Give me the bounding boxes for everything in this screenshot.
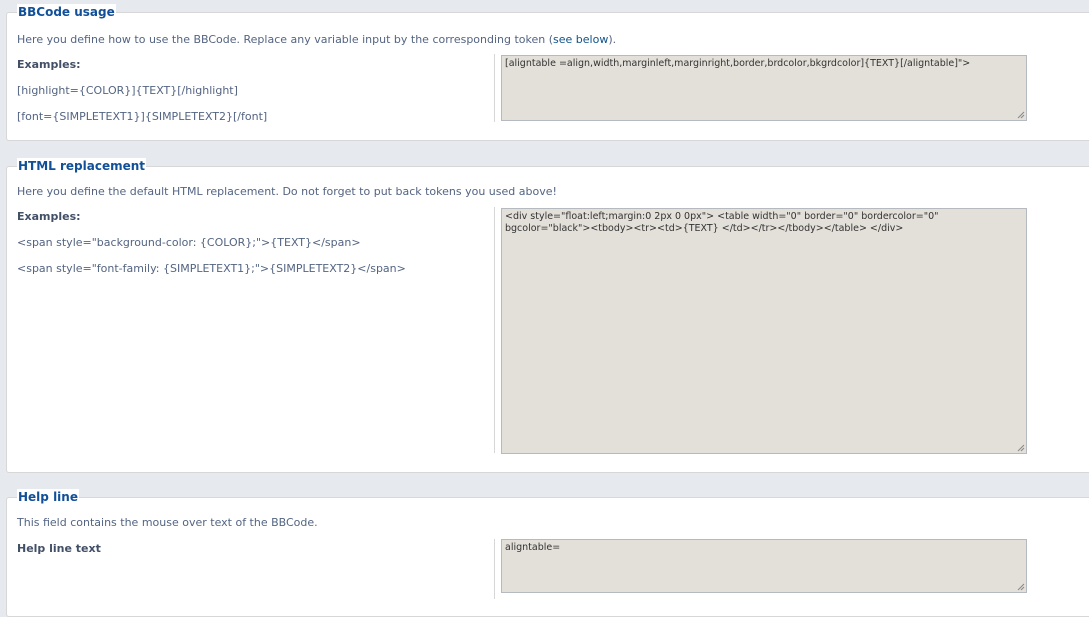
html-replacement-textarea[interactable]: <div style="float:left;margin:0 2px 0 0p… [501, 208, 1027, 454]
html-replacement-example-1: <span style="background-color: {COLOR};"… [17, 236, 361, 249]
bbcode-usage-textarea-value: [aligntable =align,width,marginleft,marg… [505, 58, 971, 69]
bbcode-usage-example-2: [font={SIMPLETEXT1}]{SIMPLETEXT2}[/font] [17, 110, 268, 123]
help-line-panel: Help line This field contains the mouse … [6, 489, 1089, 617]
bbcode-usage-desc-suffix: ). [608, 33, 617, 46]
bbcode-usage-desc-prefix: Here you define how to use the BBCode. R… [17, 33, 554, 46]
resize-grip-icon[interactable] [1016, 443, 1025, 452]
bbcode-usage-legend: BBCode usage [17, 4, 116, 20]
html-replacement-legend: HTML replacement [17, 158, 147, 174]
bbcode-usage-description: Here you define how to use the BBCode. R… [17, 33, 616, 46]
html-replacement-divider [494, 207, 495, 453]
help-line-text-label: Help line text [17, 542, 101, 555]
resize-grip-icon[interactable] [1016, 110, 1025, 119]
see-below-link[interactable]: see below [553, 33, 608, 46]
help-line-textarea-value: aligntable= [505, 542, 561, 553]
html-replacement-example-2: <span style="font-family: {SIMPLETEXT1};… [17, 262, 406, 275]
bbcode-usage-example-1: [highlight={COLOR}]{TEXT}[/highlight] [17, 84, 238, 97]
help-line-textarea[interactable]: aligntable= [501, 539, 1027, 593]
bbcode-usage-examples-label: Examples: [17, 58, 81, 71]
bbcode-usage-textarea[interactable]: [aligntable =align,width,marginleft,marg… [501, 55, 1027, 121]
help-line-divider [494, 539, 495, 599]
html-replacement-examples-label: Examples: [17, 210, 81, 223]
resize-grip-icon[interactable] [1016, 582, 1025, 591]
html-replacement-panel: HTML replacement Here you define the def… [6, 158, 1089, 473]
help-line-legend: Help line [17, 489, 79, 505]
html-replacement-description: Here you define the default HTML replace… [17, 185, 557, 198]
bbcode-usage-divider [494, 54, 495, 122]
html-replacement-textarea-value: <div style="float:left;margin:0 2px 0 0p… [505, 211, 939, 234]
bbcode-usage-panel: BBCode usage Here you define how to use … [6, 4, 1089, 141]
help-line-description: This field contains the mouse over text … [17, 516, 318, 529]
